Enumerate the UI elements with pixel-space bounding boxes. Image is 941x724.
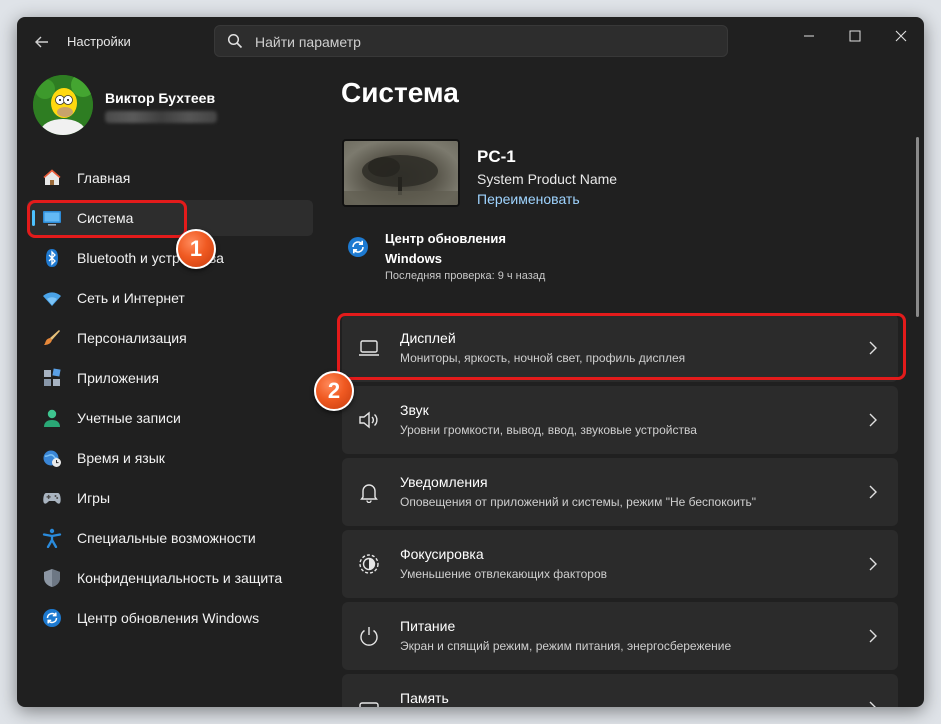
sidebar-item-label: Сеть и Интернет [77,290,185,306]
sidebar-item-home[interactable]: Главная [27,160,313,196]
back-arrow-icon[interactable] [31,31,53,53]
device-name: PC-1 [477,147,516,166]
home-icon [43,169,61,185]
card-subtitle: Оповещения от приложений и системы, режи… [400,495,756,509]
search-icon [227,33,243,49]
desktop-wallpaper-thumbnail [342,139,460,207]
power-icon [360,627,378,646]
chevron-right-icon [869,701,876,707]
chevron-right-icon [869,629,877,643]
search-box[interactable]: Найти параметр [214,25,728,57]
sidebar-item-time-language[interactable]: Время и язык [27,440,313,476]
sidebar-item-accounts[interactable]: Учетные записи [27,400,313,436]
wifi-icon [43,292,61,306]
rename-link[interactable]: Переименовать [477,191,580,207]
card-focus[interactable]: Фокусировка Уменьшение отвлекающих факто… [342,530,898,598]
close-button[interactable] [878,21,924,49]
sidebar-item-label: Персонализация [77,330,187,346]
sidebar-item-label: Специальные возможности [77,530,256,546]
card-notifications[interactable]: Уведомления Оповещения от приложений и с… [342,458,898,526]
highlight-display-card [337,313,906,380]
step-badge-2: 2 [314,371,354,411]
sidebar-item-label: Приложения [77,370,159,386]
shield-icon [44,569,60,587]
app-title: Настройки [67,34,131,49]
chevron-right-icon [869,557,877,571]
chevron-right-icon [869,485,877,499]
storage-icon [359,702,379,707]
sidebar-item-label: Центр обновления Windows [77,610,260,626]
sidebar-item-label: Конфиденциальность и защита [77,570,283,586]
windows-update-status: Последняя проверка: 9 ч назад [385,270,546,282]
card-subtitle: Уменьшение отвлекающих факторов [400,567,607,581]
sidebar-item-privacy[interactable]: Конфиденциальность и защита [27,560,313,596]
sidebar-item-windows-update[interactable]: Центр обновления Windows [27,600,313,636]
device-model: System Product Name [477,171,618,187]
search-input[interactable]: Найти параметр [255,34,361,50]
sidebar-item-apps[interactable]: Приложения [27,360,313,396]
card-power[interactable]: Питание Экран и спящий режим, режим пита… [342,602,898,670]
sidebar-item-network[interactable]: Сеть и Интернет [27,280,313,316]
focus-icon [359,554,379,574]
card-storage[interactable]: Память [342,674,898,707]
globe-clock-icon [43,450,61,467]
brush-icon [44,330,60,345]
card-subtitle: Экран и спящий режим, режим питания, эне… [400,639,732,653]
avatar[interactable] [33,75,93,135]
windows-update-icon [348,237,368,257]
sidebar-item-personalization[interactable]: Персонализация [27,320,313,356]
sidebar-item-accessibility[interactable]: Специальные возможности [27,520,313,556]
card-title: Уведомления [400,474,488,490]
user-name: Виктор Бухтеев [105,90,216,106]
card-sound[interactable]: Звук Уровни громкости, вывод, ввод, звук… [342,386,898,454]
bell-icon [360,484,378,503]
update-icon [43,609,61,627]
chevron-right-icon [869,413,877,427]
page-title: Система [341,77,459,108]
card-title: Звук [400,402,429,418]
accessibility-icon [42,528,62,548]
apps-icon [44,368,61,386]
bluetooth-icon [46,249,58,267]
sidebar-item-label: Время и язык [77,450,165,466]
card-title: Питание [400,618,456,634]
user-email-blurred [105,111,217,123]
highlight-system-item [27,200,187,238]
maximize-button[interactable] [832,21,878,49]
sidebar-item-bluetooth[interactable]: Bluetooth и устройства [27,240,313,276]
card-title: Память [400,690,449,706]
sidebar-item-gaming[interactable]: Игры [27,480,313,516]
scrollbar[interactable] [916,137,919,317]
card-title: Фокусировка [400,546,484,562]
card-subtitle: Уровни громкости, вывод, ввод, звуковые … [400,423,697,437]
speaker-icon [359,411,378,429]
gamepad-icon [43,493,61,504]
sidebar-item-label: Учетные записи [77,410,181,426]
person-icon [44,409,60,427]
windows-update-title[interactable]: Центр обновления Windows [385,229,535,269]
step-badge-1: 1 [176,229,216,269]
sidebar-item-label: Игры [77,490,111,506]
sidebar-item-label: Главная [77,170,131,186]
minimize-button[interactable] [786,21,832,49]
